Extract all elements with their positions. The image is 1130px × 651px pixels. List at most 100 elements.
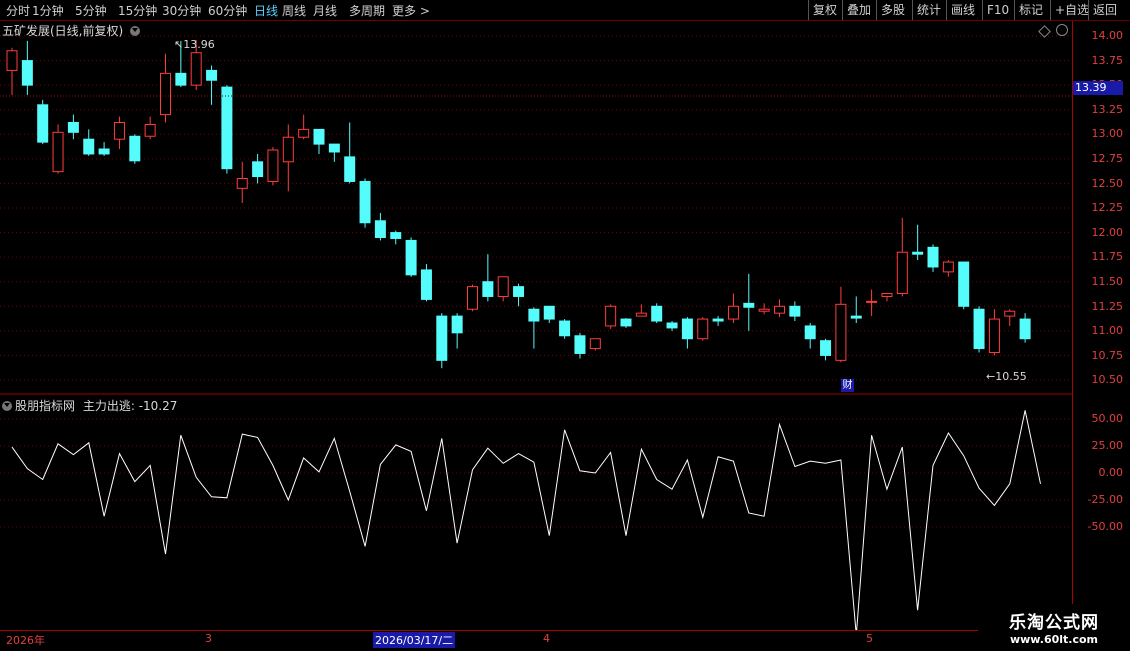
stock-title: 五矿发展(日线,前复权) xyxy=(2,24,124,38)
indicator-panel: 股朋指标网 主力出逃: -10.27 xyxy=(0,396,1072,630)
candle-body[interactable] xyxy=(513,286,525,297)
period-tab-2[interactable]: 5分钟 xyxy=(75,2,107,19)
period-tab-3[interactable]: 15分钟 xyxy=(118,2,157,19)
main-force-escape-line[interactable] xyxy=(11,410,1041,630)
period-tab-6[interactable]: 日线 xyxy=(254,2,278,19)
candle-body[interactable] xyxy=(528,308,540,322)
candle-body[interactable] xyxy=(605,305,617,327)
candle-body[interactable] xyxy=(697,318,709,340)
candle-body[interactable] xyxy=(313,128,325,145)
candle-body[interactable] xyxy=(681,318,693,340)
candle-body[interactable] xyxy=(374,220,386,238)
candle-body[interactable] xyxy=(160,72,171,116)
candle-body[interactable] xyxy=(67,121,79,133)
candle-body[interactable] xyxy=(758,308,770,312)
toolbar-button-4[interactable]: 画线 xyxy=(946,0,979,20)
candle-body[interactable] xyxy=(543,305,555,320)
candle-body[interactable] xyxy=(359,180,371,224)
toolbar-button-7[interactable]: +自选 xyxy=(1050,0,1093,20)
candle-body[interactable] xyxy=(866,300,878,303)
candle-body[interactable] xyxy=(436,315,448,361)
indicator-menu-icon[interactable] xyxy=(2,401,12,411)
period-tab-7[interactable]: 周线 xyxy=(282,2,306,19)
candle-body[interactable] xyxy=(21,60,33,86)
candle-body[interactable] xyxy=(651,305,663,322)
financial-report-badge[interactable]: 财 xyxy=(841,379,854,392)
candlestick-panel: 五矿发展(日线,前复权) ↖13.96 ←10.55 xyxy=(0,21,1072,395)
candle-body[interactable] xyxy=(973,308,985,350)
candle-body[interactable] xyxy=(451,315,463,334)
candle-body[interactable] xyxy=(927,246,939,268)
circle-icon[interactable] xyxy=(1056,24,1068,36)
toolbar-button-3[interactable]: 统计 xyxy=(912,0,945,20)
date-label-month-3: 3 xyxy=(205,632,212,645)
candle-body[interactable] xyxy=(881,293,893,297)
candle-body[interactable] xyxy=(129,135,141,162)
candle-body[interactable] xyxy=(727,305,739,320)
candle-body[interactable] xyxy=(206,69,218,81)
candlestick-chart[interactable] xyxy=(0,21,1072,395)
period-tab-5[interactable]: 60分钟 xyxy=(208,2,247,19)
candle-body[interactable] xyxy=(298,128,310,138)
candle-body[interactable] xyxy=(896,251,908,295)
candle-body[interactable] xyxy=(820,340,832,356)
candle-body[interactable] xyxy=(221,86,233,170)
toolbar-button-1[interactable]: 叠加 xyxy=(842,0,875,20)
candle-body[interactable] xyxy=(282,136,294,163)
candle-body[interactable] xyxy=(37,104,49,143)
candle-body[interactable] xyxy=(666,322,678,329)
period-tab-10[interactable]: 更多 > xyxy=(392,2,430,19)
candle-body[interactable] xyxy=(850,315,862,319)
toolbar-button-6[interactable]: 标记 xyxy=(1014,0,1047,20)
candle-body[interactable] xyxy=(789,305,801,317)
candle-body[interactable] xyxy=(589,338,601,350)
period-tab-9[interactable]: 多周期 xyxy=(349,2,385,19)
period-tab-8[interactable]: 月线 xyxy=(313,2,337,19)
candle-body[interactable] xyxy=(83,138,95,155)
period-tab-0[interactable]: 分时 xyxy=(6,2,30,19)
candle-body[interactable] xyxy=(835,303,847,361)
candle-body[interactable] xyxy=(344,156,356,182)
candle-body[interactable] xyxy=(190,52,202,86)
dropdown-circle-icon[interactable] xyxy=(130,26,141,36)
candle-body[interactable] xyxy=(482,281,494,297)
toolbar-button-0[interactable]: 复权 xyxy=(808,0,841,20)
candle-body[interactable] xyxy=(1019,318,1031,340)
candle-body[interactable] xyxy=(390,232,402,239)
candle-body[interactable] xyxy=(144,123,156,137)
period-tab-4[interactable]: 30分钟 xyxy=(162,2,201,19)
high-value: 13.96 xyxy=(183,38,215,51)
candle-body[interactable] xyxy=(559,320,571,337)
candle-body[interactable] xyxy=(958,261,970,307)
indicator-chart[interactable] xyxy=(0,396,1072,630)
candle-body[interactable] xyxy=(1004,310,1016,317)
candle-body[interactable] xyxy=(635,312,647,317)
candle-body[interactable] xyxy=(942,261,954,273)
candle-body[interactable] xyxy=(267,149,279,182)
candle-body[interactable] xyxy=(620,318,632,327)
period-tab-1[interactable]: 1分钟 xyxy=(32,2,64,19)
candle-body[interactable] xyxy=(113,121,125,140)
candle-body[interactable] xyxy=(712,318,724,322)
toolbar-button-5[interactable]: F10 xyxy=(982,0,1013,20)
price-tick-label: 13.25 xyxy=(1091,102,1124,116)
candle-body[interactable] xyxy=(497,276,509,297)
candle-body[interactable] xyxy=(252,161,264,178)
candle-body[interactable] xyxy=(6,50,18,71)
candle-body[interactable] xyxy=(328,143,340,153)
candle-body[interactable] xyxy=(574,335,586,354)
candle-body[interactable] xyxy=(988,318,1000,353)
toolbar-button-2[interactable]: 多股 xyxy=(876,0,909,20)
candle-body[interactable] xyxy=(405,239,417,276)
candle-body[interactable] xyxy=(912,251,924,255)
candle-body[interactable] xyxy=(52,131,64,173)
candle-body[interactable] xyxy=(236,178,248,189)
candle-body[interactable] xyxy=(175,72,187,86)
toolbar-button-8[interactable]: 返回 xyxy=(1088,0,1121,20)
candle-body[interactable] xyxy=(804,325,816,340)
candle-body[interactable] xyxy=(774,305,785,314)
candle-body[interactable] xyxy=(420,269,432,300)
candle-body[interactable] xyxy=(743,302,755,308)
candle-body[interactable] xyxy=(467,286,478,310)
candle-body[interactable] xyxy=(98,148,110,155)
